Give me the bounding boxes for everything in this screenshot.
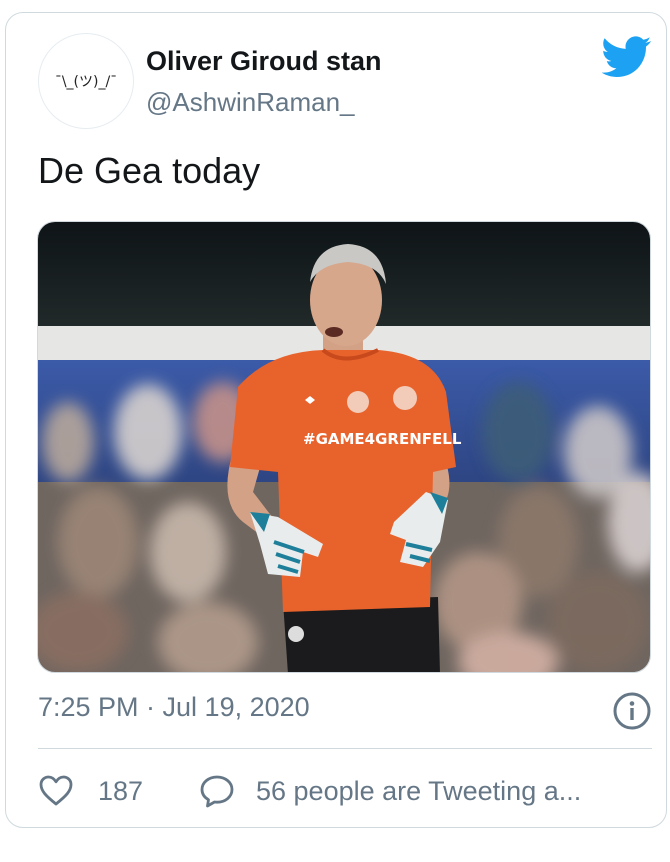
shirt-text: #GAME4GRENFELL [303, 430, 462, 448]
avatar[interactable]: ¯\_(ツ)_/¯ [38, 33, 134, 129]
tweeting-about-button[interactable]: 56 people are Tweeting a... [198, 771, 581, 811]
tweet-text: De Gea today [38, 150, 261, 191]
divider [38, 748, 652, 749]
like-count: 187 [98, 775, 144, 806]
like-button[interactable]: 187 [38, 771, 143, 811]
twitter-bird-icon[interactable] [602, 36, 652, 78]
heart-icon [39, 775, 73, 806]
info-icon[interactable] [612, 691, 652, 731]
tweet-timestamp[interactable]: 7:25 PM · Jul 19, 2020 [38, 692, 310, 723]
display-name[interactable]: Oliver Giroud stan [146, 46, 382, 77]
tweeting-about-label: 56 people are Tweeting a... [256, 775, 582, 806]
tweet-image[interactable]: #GAME4GRENFELL [37, 221, 651, 673]
user-handle[interactable]: @AshwinRaman_ [146, 87, 354, 118]
avatar-text: ¯\_(ツ)_/¯ [54, 74, 118, 90]
speech-bubble-icon [200, 775, 234, 808]
